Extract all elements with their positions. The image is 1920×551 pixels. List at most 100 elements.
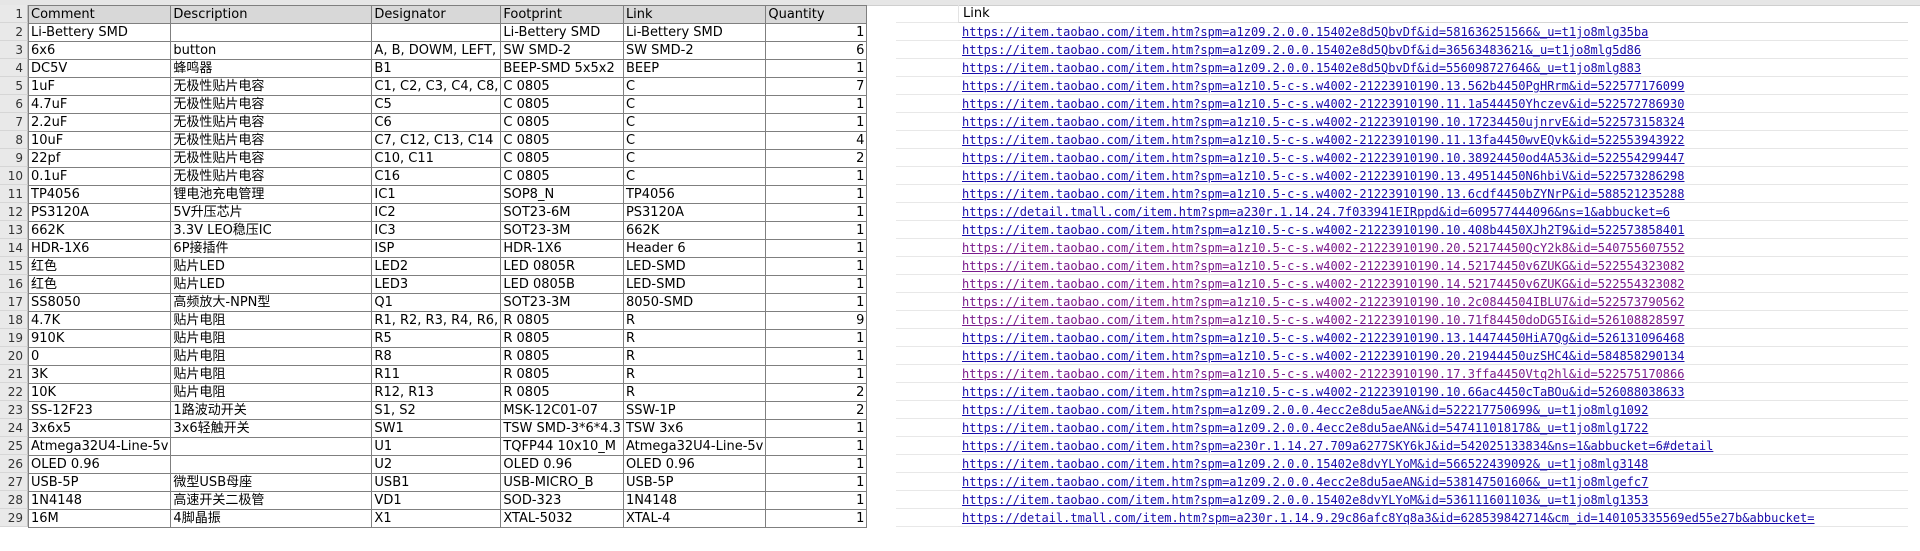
cell-footprint[interactable]: SOT23-6M	[500, 203, 624, 222]
cell-link[interactable]: Li-Bettery SMD	[622, 23, 767, 42]
cell-description[interactable]: 贴片电阻	[170, 347, 373, 366]
row-number[interactable]: 19	[0, 329, 28, 347]
cell-link[interactable]: C	[622, 77, 767, 96]
cell-footprint[interactable]: SW SMD-2	[500, 41, 624, 60]
cell-comment[interactable]: USB-5P	[27, 473, 172, 492]
cell-designator[interactable]: IC3	[371, 221, 502, 240]
row-number[interactable]: 24	[0, 419, 28, 437]
cell-quantity[interactable]: 1	[765, 185, 868, 204]
empty-cell[interactable]	[896, 419, 958, 437]
hyperlink-cell[interactable]: https://item.taobao.com/item.htm?spm=a1z…	[958, 257, 1908, 275]
empty-cell[interactable]	[896, 5, 958, 23]
cell-quantity[interactable]: 1	[765, 167, 868, 186]
cell-comment[interactable]: 3K	[27, 365, 172, 384]
cell-footprint[interactable]: BEEP-SMD 5x5x2	[500, 59, 624, 78]
link-column-header[interactable]: Link	[958, 5, 1908, 23]
cell-designator[interactable]	[371, 23, 502, 42]
row-number[interactable]: 3	[0, 41, 28, 59]
row-number[interactable]: 29	[0, 509, 28, 527]
hyperlink-cell[interactable]: https://item.taobao.com/item.htm?spm=a23…	[958, 437, 1908, 455]
cell-link[interactable]: LED-SMD	[622, 257, 767, 276]
cell-description[interactable]: button	[170, 41, 373, 60]
cell-quantity[interactable]: 7	[765, 77, 868, 96]
cell-description[interactable]: 3.3V LEO稳压IC	[170, 221, 373, 240]
hyperlink-cell[interactable]: https://item.taobao.com/item.htm?spm=a1z…	[958, 491, 1908, 509]
cell-quantity[interactable]: 1	[765, 293, 868, 312]
cell-designator[interactable]: ISP	[371, 239, 502, 258]
empty-cell[interactable]	[896, 275, 958, 293]
header-link[interactable]: Link	[622, 5, 767, 24]
cell-footprint[interactable]: C 0805	[500, 95, 624, 114]
hyperlink-cell[interactable]: https://item.taobao.com/item.htm?spm=a1z…	[958, 275, 1908, 293]
cell-comment[interactable]: OLED 0.96	[27, 455, 172, 474]
cell-link[interactable]: 8050-SMD	[622, 293, 767, 312]
row-number[interactable]: 6	[0, 95, 28, 113]
cell-description[interactable]: 贴片电阻	[170, 329, 373, 348]
hyperlink-cell[interactable]: https://item.taobao.com/item.htm?spm=a1z…	[958, 131, 1908, 149]
cell-comment[interactable]: 0.1uF	[27, 167, 172, 186]
cell-comment[interactable]: PS3120A	[27, 203, 172, 222]
cell-description[interactable]: 贴片电阻	[170, 311, 373, 330]
cell-designator[interactable]: USB1	[371, 473, 502, 492]
hyperlink-cell[interactable]: https://item.taobao.com/item.htm?spm=a1z…	[958, 383, 1908, 401]
hyperlink-cell[interactable]: https://detail.tmall.com/item.htm?spm=a2…	[958, 509, 1908, 527]
cell-footprint[interactable]: C 0805	[500, 167, 624, 186]
empty-cell[interactable]	[896, 59, 958, 77]
empty-cell[interactable]	[896, 293, 958, 311]
hyperlink-cell[interactable]: https://item.taobao.com/item.htm?spm=a1z…	[958, 401, 1908, 419]
row-number[interactable]: 21	[0, 365, 28, 383]
cell-quantity[interactable]: 1	[765, 239, 868, 258]
cell-quantity[interactable]: 1	[765, 419, 868, 438]
cell-quantity[interactable]: 1	[765, 95, 868, 114]
cell-footprint[interactable]: C 0805	[500, 113, 624, 132]
cell-link[interactable]: R	[622, 383, 767, 402]
cell-comment[interactable]: 2.2uF	[27, 113, 172, 132]
cell-designator[interactable]: C16	[371, 167, 502, 186]
row-number[interactable]: 20	[0, 347, 28, 365]
row-number[interactable]: 18	[0, 311, 28, 329]
row-number[interactable]: 1	[0, 5, 28, 23]
cell-footprint[interactable]: R 0805	[500, 365, 624, 384]
cell-quantity[interactable]: 2	[765, 383, 868, 402]
hyperlink-cell[interactable]: https://item.taobao.com/item.htm?spm=a1z…	[958, 167, 1908, 185]
cell-comment[interactable]: Atmega32U4-Line-5v	[27, 437, 172, 456]
empty-cell[interactable]	[896, 437, 958, 455]
cell-description[interactable]: 3x6轻触开关	[170, 419, 373, 438]
cell-description[interactable]: 1路波动开关	[170, 401, 373, 420]
cell-description[interactable]: 贴片LED	[170, 275, 373, 294]
header-description[interactable]: Description	[170, 5, 373, 24]
cell-footprint[interactable]: C 0805	[500, 149, 624, 168]
row-number[interactable]: 14	[0, 239, 28, 257]
cell-quantity[interactable]: 2	[765, 149, 868, 168]
cell-designator[interactable]: SW1	[371, 419, 502, 438]
cell-designator[interactable]: A, B, DOWM, LEFT,	[371, 41, 502, 60]
cell-quantity[interactable]: 1	[765, 473, 868, 492]
empty-cell[interactable]	[896, 329, 958, 347]
empty-cell[interactable]	[896, 95, 958, 113]
cell-comment[interactable]: 662K	[27, 221, 172, 240]
cell-footprint[interactable]: C 0805	[500, 131, 624, 150]
cell-comment[interactable]: 22pf	[27, 149, 172, 168]
cell-link[interactable]: Header 6	[622, 239, 767, 258]
cell-description[interactable]: 高频放大-NPN型	[170, 293, 373, 312]
cell-footprint[interactable]: R 0805	[500, 311, 624, 330]
cell-link[interactable]: TSW 3x6	[622, 419, 767, 438]
empty-cell[interactable]	[896, 167, 958, 185]
cell-description[interactable]: 无极性贴片电容	[170, 77, 373, 96]
row-number[interactable]: 23	[0, 401, 28, 419]
cell-link[interactable]: R	[622, 347, 767, 366]
cell-link[interactable]: OLED 0.96	[622, 455, 767, 474]
row-number[interactable]: 11	[0, 185, 28, 203]
cell-link[interactable]: LED-SMD	[622, 275, 767, 294]
cell-designator[interactable]: C10, C11	[371, 149, 502, 168]
cell-footprint[interactable]: TSW SMD-3*6*4.3	[500, 419, 624, 438]
hyperlink-cell[interactable]: https://item.taobao.com/item.htm?spm=a1z…	[958, 329, 1908, 347]
row-number[interactable]: 22	[0, 383, 28, 401]
cell-description[interactable]	[170, 437, 373, 456]
cell-comment[interactable]: 10uF	[27, 131, 172, 150]
row-number[interactable]: 15	[0, 257, 28, 275]
hyperlink-cell[interactable]: https://item.taobao.com/item.htm?spm=a1z…	[958, 77, 1908, 95]
cell-link[interactable]: R	[622, 311, 767, 330]
hyperlink-cell[interactable]: https://item.taobao.com/item.htm?spm=a1z…	[958, 149, 1908, 167]
cell-comment[interactable]: SS8050	[27, 293, 172, 312]
